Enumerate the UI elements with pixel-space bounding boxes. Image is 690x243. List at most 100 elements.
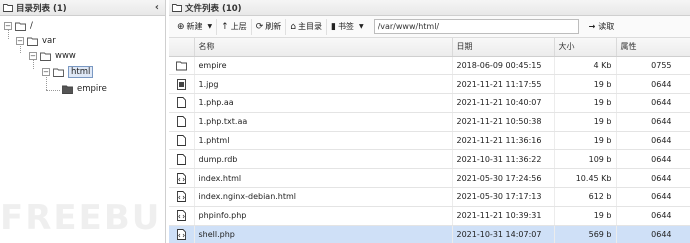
table-row[interactable]: dump.rdb 2021-10-31 11:36:22 109 b 0644 xyxy=(169,149,690,170)
up-button[interactable]: ↑ 上层 xyxy=(217,18,252,35)
file-date: 2021-11-21 10:39:31 xyxy=(452,206,555,226)
home-button[interactable]: ⌂ 主目录 xyxy=(286,18,327,35)
file-permission: 0644 xyxy=(616,225,690,243)
tree-item-label: var xyxy=(42,36,56,46)
tree-item-www[interactable]: − www xyxy=(29,50,76,62)
folder-icon xyxy=(3,3,13,12)
file-date: 2021-11-21 11:36:16 xyxy=(452,131,555,151)
file-size: 19 b xyxy=(554,93,617,113)
refresh-button-label: 刷新 xyxy=(265,22,282,31)
column-header-perm[interactable]: 属性 xyxy=(616,38,690,57)
collapse-toggle-icon[interactable]: − xyxy=(29,52,37,60)
table-row[interactable]: index.nginx-debian.html 2021-05-30 17:17:… xyxy=(169,187,690,207)
column-header-date[interactable]: 日期 xyxy=(452,38,555,57)
tree-item-html[interactable]: − html xyxy=(42,66,94,78)
file-name[interactable]: 1.phtml xyxy=(194,131,453,151)
file-name[interactable]: 1.php.aa xyxy=(194,93,453,113)
tree-item-var[interactable]: − var xyxy=(16,35,56,47)
table-row[interactable]: 1.phtml 2021-11-21 11:36:16 19 b 0644 xyxy=(169,131,690,151)
file-permission: 0644 xyxy=(616,187,690,207)
file-panel-header: 文件列表 (10) xyxy=(169,0,690,16)
table-row[interactable]: index.html 2021-05-30 17:24:56 10.45 Kb 064… xyxy=(169,168,690,189)
collapse-icon[interactable]: ‹ xyxy=(155,2,159,13)
file-name[interactable]: 1.jpg xyxy=(194,74,453,95)
file-date: 2021-11-21 11:17:55 xyxy=(452,74,555,95)
toolbar: ⊕ 新建 ▼ ↑ 上层 ⟳ 刷新 ⌂ 主目录 ▮ 书签 ▼ → 读取 xyxy=(169,16,690,38)
directory-panel-header: 目录列表 (1) ‹ xyxy=(0,0,165,16)
file-table: 名称 日期 大小 属性 empire 2018-06-09 00:45:15 4 K… xyxy=(169,38,690,243)
table-row[interactable]: empire 2018-06-09 00:45:15 4 Kb 0755 xyxy=(169,56,690,76)
caret-down-icon: ▼ xyxy=(358,23,364,30)
bookmark-button[interactable]: ▮ 书签 ▼ xyxy=(327,19,368,35)
collapse-toggle-icon[interactable]: − xyxy=(42,68,50,76)
file-icon-cell xyxy=(169,149,195,170)
column-header-icon xyxy=(169,38,195,57)
column-header-name[interactable]: 名称 xyxy=(194,38,453,57)
table-row[interactable]: 1.php.txt.aa 2021-11-21 10:50:38 19 b 0644 xyxy=(169,112,690,132)
file-icon-cell xyxy=(169,93,195,113)
table-row[interactable]: phpinfo.php 2021-11-21 10:39:31 19 b 0644 xyxy=(169,206,690,226)
file-size: 19 b xyxy=(554,131,617,151)
refresh-button[interactable]: ⟳ 刷新 xyxy=(252,18,287,35)
file-panel-title: 文件列表 (10) xyxy=(185,3,242,14)
file-permission: 0644 xyxy=(616,168,690,189)
file-icon-cell xyxy=(169,225,195,243)
file-icon xyxy=(176,153,186,165)
file-name[interactable]: 1.php.txt.aa xyxy=(194,112,453,132)
bookmark-icon: ▮ xyxy=(330,21,336,32)
code-file-icon xyxy=(176,229,186,241)
file-size: 19 b xyxy=(554,206,617,226)
file-date: 2021-10-31 14:07:07 xyxy=(452,225,555,243)
table-row[interactable]: shell.php 2021-10-31 14:07:07 569 b 0644 xyxy=(169,225,690,243)
file-permission: 0644 xyxy=(616,74,690,95)
file-name[interactable]: empire xyxy=(194,56,453,76)
file-name[interactable]: phpinfo.php xyxy=(194,206,453,226)
file-permission: 0644 xyxy=(616,149,690,170)
file-icon-cell xyxy=(169,112,195,132)
read-button[interactable]: → 读取 xyxy=(589,21,615,32)
home-button-label: 主目录 xyxy=(297,22,322,31)
file-icon xyxy=(176,135,186,147)
bookmark-button-label: 书签 xyxy=(337,22,354,31)
tree-item-label: / xyxy=(30,21,33,31)
file-date: 2018-06-09 00:45:15 xyxy=(452,56,555,76)
folder-icon xyxy=(175,61,187,71)
up-button-label: 上层 xyxy=(230,22,247,31)
file-size: 612 b xyxy=(554,187,617,207)
file-permission: 0644 xyxy=(616,112,690,132)
file-name[interactable]: index.nginx-debian.html xyxy=(194,187,453,207)
file-date: 2021-05-30 17:17:13 xyxy=(452,187,555,207)
tree-item-root[interactable]: − / xyxy=(4,20,33,32)
folder-icon xyxy=(27,37,38,46)
file-name[interactable]: shell.php xyxy=(194,225,453,243)
directory-panel: 目录列表 (1) ‹ − / − var − www − html empire… xyxy=(0,0,166,243)
collapse-toggle-icon[interactable]: − xyxy=(16,37,24,45)
column-header-size[interactable]: 大小 xyxy=(554,38,617,57)
file-icon-cell xyxy=(169,168,195,189)
table-row[interactable]: 1.jpg 2021-11-21 11:17:55 19 b 0644 xyxy=(169,74,690,95)
tree-item-label: www xyxy=(55,51,76,61)
new-button-label: 新建 xyxy=(186,22,203,31)
read-button-label: 读取 xyxy=(598,22,615,31)
file-name[interactable]: dump.rdb xyxy=(194,149,453,170)
file-name[interactable]: index.html xyxy=(194,168,453,189)
directory-panel-title: 目录列表 (1) xyxy=(16,3,67,14)
file-icon xyxy=(176,97,186,109)
new-button[interactable]: ⊕ 新建 ▼ xyxy=(173,18,218,35)
file-size: 4 Kb xyxy=(554,56,617,76)
path-input[interactable] xyxy=(373,19,579,34)
watermark: FREEBU xyxy=(0,198,162,238)
file-icon-cell xyxy=(169,131,195,151)
collapse-toggle-icon[interactable]: − xyxy=(4,22,12,30)
table-row[interactable]: 1.php.aa 2021-11-21 10:40:07 19 b 0644 xyxy=(169,93,690,113)
file-permission: 0644 xyxy=(616,206,690,226)
file-icon xyxy=(176,116,186,128)
plus-circle-icon: ⊕ xyxy=(177,21,185,32)
refresh-icon: ⟳ xyxy=(255,21,264,32)
file-icon-cell xyxy=(169,187,195,207)
folder-icon xyxy=(40,52,51,61)
tree-item-empire[interactable]: empire xyxy=(62,83,107,95)
file-icon-cell xyxy=(169,74,195,95)
folder-icon xyxy=(15,22,26,31)
file-panel: 文件列表 (10) ⊕ 新建 ▼ ↑ 上层 ⟳ 刷新 ⌂ 主目录 ▮ 书签 ▼ … xyxy=(169,0,690,243)
